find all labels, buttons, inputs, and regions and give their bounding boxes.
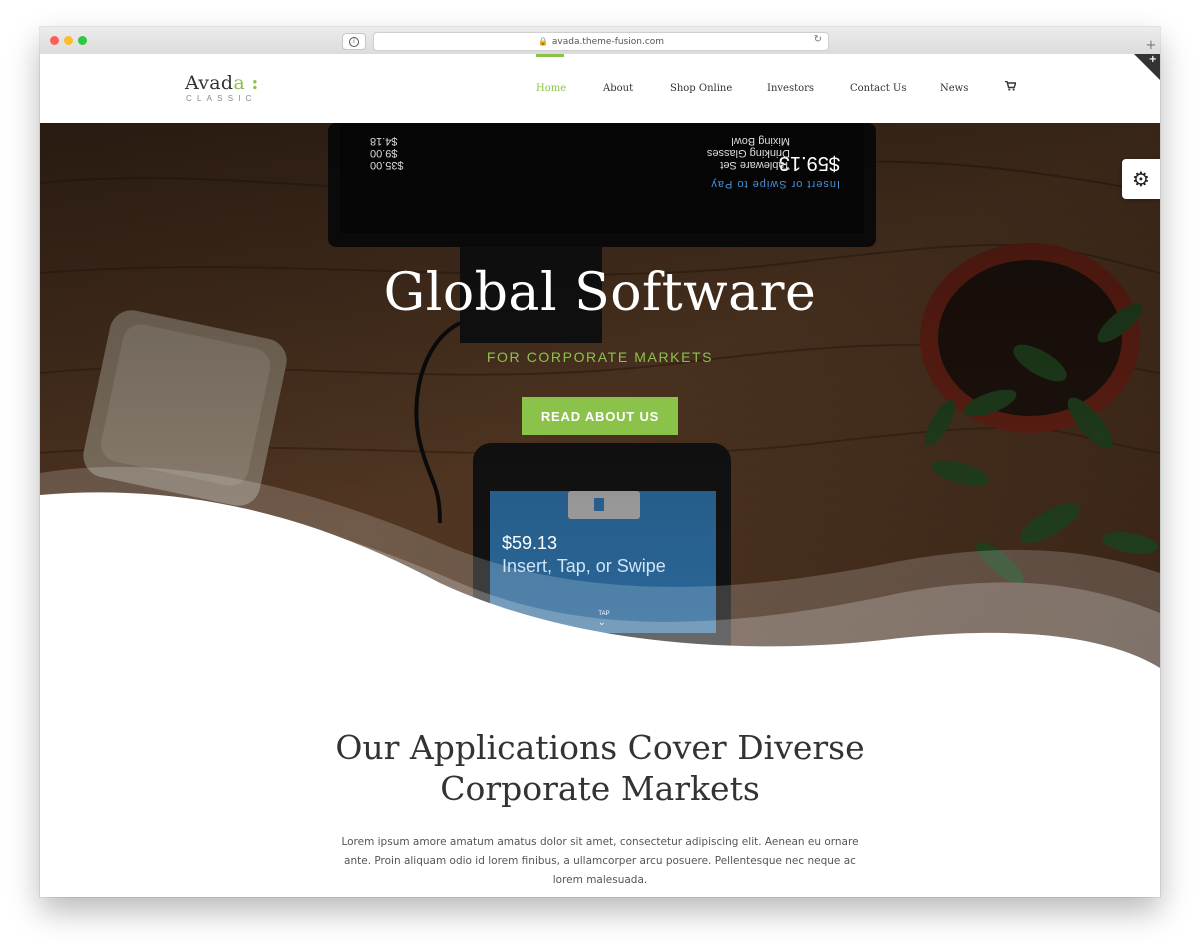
reader-icon: i xyxy=(349,36,359,47)
nav-investors[interactable]: Investors xyxy=(767,83,814,94)
settings-gear-button[interactable]: ⚙ xyxy=(1122,159,1160,199)
nav-home[interactable]: Home xyxy=(536,83,566,94)
screen-price: $35.00 xyxy=(370,159,404,171)
pay-prompt: Insert or Swipe to Pay xyxy=(710,178,840,190)
screen-price: $9.00 xyxy=(370,147,398,159)
tap-label: TAP xyxy=(598,611,610,617)
section-title-line1: Our Applications Cover Diverse xyxy=(335,728,865,767)
screen-item: Drinking Glasses xyxy=(706,147,790,159)
hero-subtitle: FOR CORPORATE MARKETS xyxy=(486,349,714,365)
hero-title: Global Software xyxy=(383,263,817,323)
gear-icon: ⚙ xyxy=(1132,167,1150,191)
chevron-down-icon: ⌄ xyxy=(598,618,606,628)
lock-icon: 🔒 xyxy=(537,37,548,46)
logo-accent: a xyxy=(233,72,246,94)
logo[interactable]: Avada : xyxy=(185,72,259,94)
reload-icon[interactable]: ↻ xyxy=(814,34,822,45)
screen-item: Tableware Set xyxy=(720,159,790,171)
logo-subtitle: CLASSIC xyxy=(186,94,257,103)
minimize-window-button[interactable] xyxy=(64,36,73,45)
url-text: avada.theme-fusion.com xyxy=(551,36,665,47)
section-paragraph: Lorem ipsum amore amatum amatus dolor si… xyxy=(341,836,859,886)
nav-shop-online[interactable]: Shop Online xyxy=(670,83,732,94)
reader-instruction: Insert, Tap, or Swipe xyxy=(502,556,666,576)
browser-window: i 🔒 avada.theme-fusion.com ↻ + Avada : C… xyxy=(40,27,1160,897)
section-title-line2: Corporate Markets xyxy=(440,769,760,808)
logo-dot: : xyxy=(251,72,259,94)
top-terminal-items: Tableware Set $35.00 Drinking Glasses $9.0… xyxy=(370,125,790,171)
new-tab-button[interactable]: + xyxy=(1142,37,1160,54)
reader-amount: $59.13 xyxy=(502,533,558,553)
read-about-us-button[interactable]: READ ABOUT US xyxy=(522,397,678,435)
maximize-window-button[interactable] xyxy=(78,36,87,45)
reader-mode-button[interactable]: i xyxy=(342,33,366,50)
nav-news[interactable]: News xyxy=(940,83,968,94)
logo-text: Avad xyxy=(185,72,234,94)
plus-icon: + xyxy=(1148,54,1157,65)
address-bar[interactable]: 🔒 avada.theme-fusion.com ↻ xyxy=(373,32,829,51)
nav-about[interactable]: About xyxy=(603,83,633,94)
browser-toolbar: i 🔒 avada.theme-fusion.com ↻ + xyxy=(40,27,1160,55)
site-header: Avada : CLASSIC Home About Shop Online I… xyxy=(40,54,1160,123)
shopping-cart-icon[interactable] xyxy=(1005,80,1017,94)
nav-contact-us[interactable]: Contact Us xyxy=(850,83,906,94)
close-window-button[interactable] xyxy=(50,36,59,45)
card-reader-screen: $59.13 Insert, Tap, or Swipe xyxy=(502,533,666,577)
screen-item: Mixing Bowl xyxy=(731,135,790,147)
section-title: Our Applications Cover Diverse Corporate… xyxy=(40,727,1160,809)
screen-price: $4.18 xyxy=(370,135,398,147)
hero-section: Insert or Swipe to Pay $59.13 Tableware … xyxy=(40,123,1160,683)
active-nav-indicator xyxy=(536,54,564,57)
